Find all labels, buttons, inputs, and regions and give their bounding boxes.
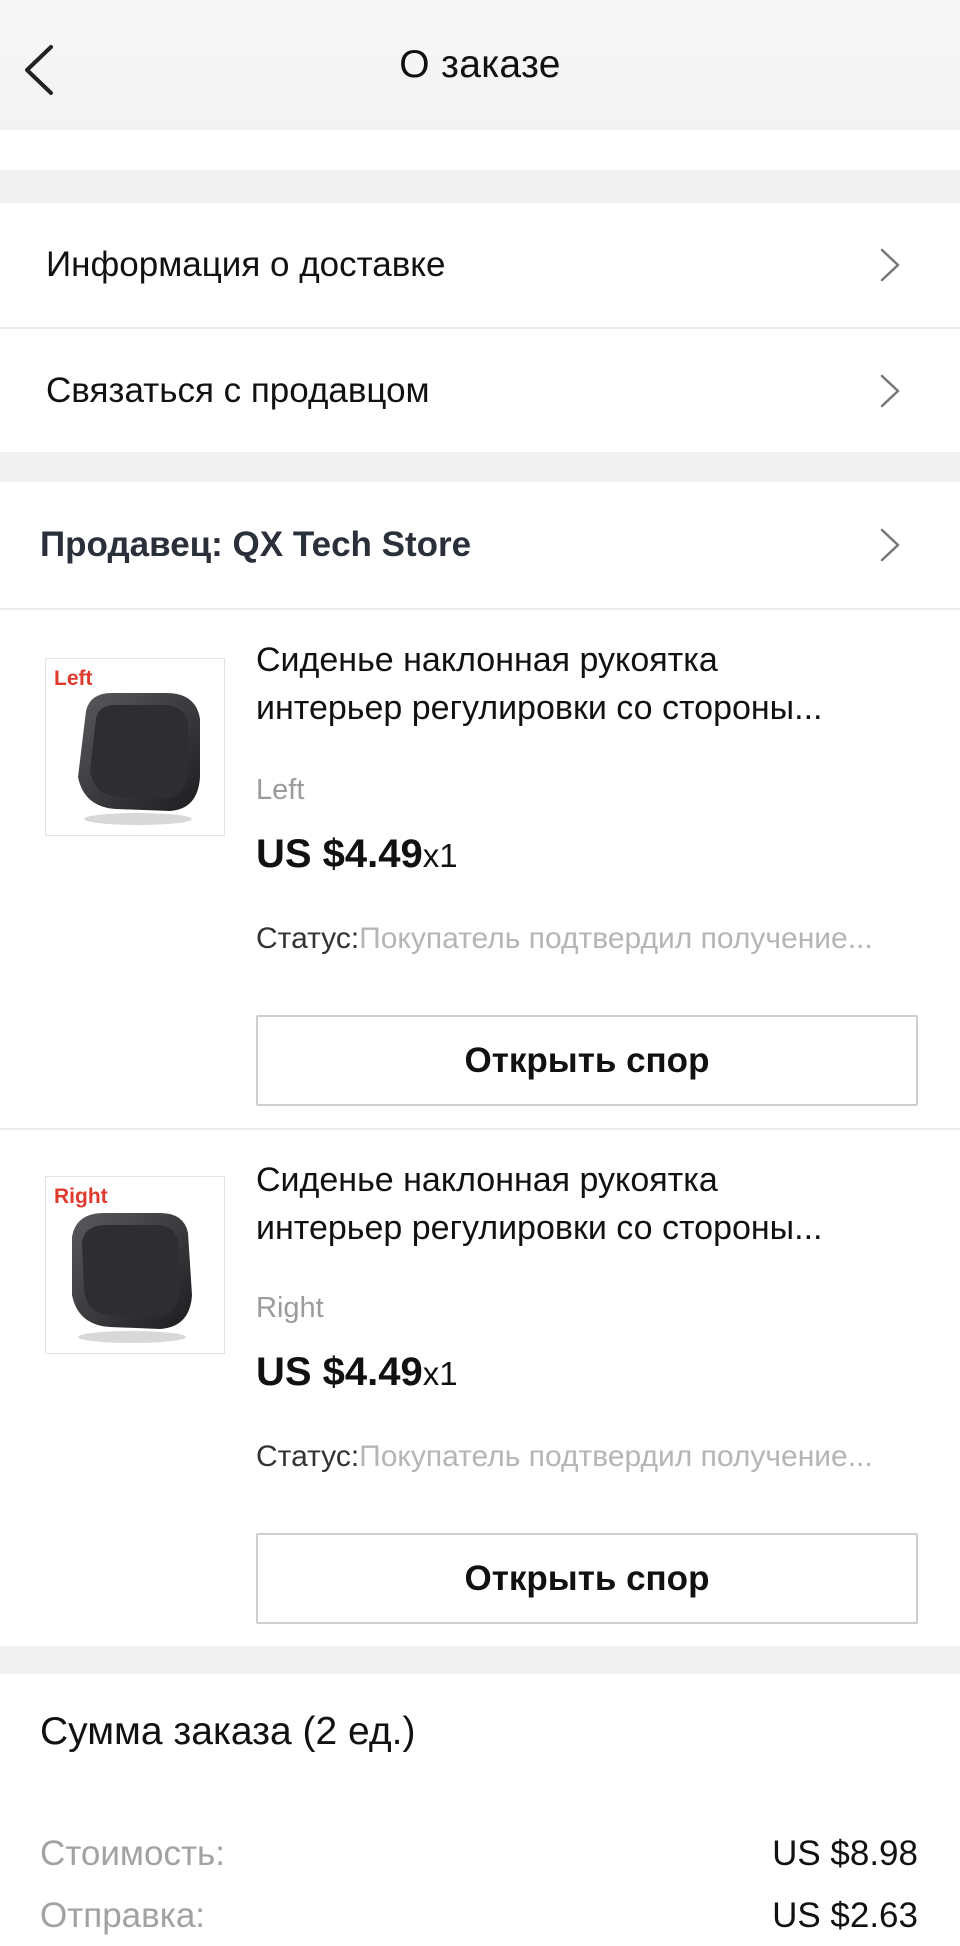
status-label: Статус: bbox=[256, 922, 360, 955]
product-variant: Left bbox=[256, 774, 305, 806]
product-price: US $4.49 bbox=[256, 1350, 423, 1394]
section-gap bbox=[0, 1646, 960, 1674]
seller-name: Продавец: QX Tech Store bbox=[40, 525, 472, 564]
product-image-tag: Right bbox=[54, 1185, 108, 1208]
status-label: Статус: bbox=[256, 1440, 360, 1473]
chevron-right-icon bbox=[870, 245, 910, 285]
order-status: Статус:Покупатель подтвердил получение..… bbox=[256, 1440, 916, 1474]
product-price: US $4.49 bbox=[256, 832, 423, 876]
chevron-left-icon bbox=[25, 45, 53, 95]
chevron-right-icon bbox=[870, 525, 910, 565]
top-bar: О заказе bbox=[0, 0, 960, 130]
summary-shipping-row: Отправка: US $2.63 bbox=[40, 1896, 918, 1936]
summary-title: Сумма заказа (2 ед.) bbox=[40, 1710, 416, 1753]
order-item: Right Сиденье наклонная рукоятка интерье… bbox=[0, 1130, 960, 1646]
product-quantity: x1 bbox=[422, 837, 458, 874]
product-title[interactable]: Сиденье наклонная рукоятка интерьер регу… bbox=[256, 1156, 916, 1252]
product-title-line: Сиденье наклонная рукоятка bbox=[256, 641, 718, 679]
product-variant: Right bbox=[256, 1292, 324, 1324]
order-item: Left Сиденье наклонная рукоятка интерьер… bbox=[0, 610, 960, 1128]
product-title-line: Сиденье наклонная рукоятка bbox=[256, 1161, 718, 1199]
product-title-line: интерьер регулировки со стороны... bbox=[256, 1209, 823, 1247]
section-gap bbox=[0, 452, 960, 482]
status-value: Покупатель подтвердил получение... bbox=[359, 922, 873, 955]
product-price-line: US $4.49x1 bbox=[256, 1350, 458, 1395]
cost-label: Стоимость: bbox=[40, 1834, 225, 1873]
delivery-info-row[interactable]: Информация о доставке bbox=[0, 203, 960, 327]
product-image[interactable]: Right bbox=[45, 1176, 225, 1354]
product-title[interactable]: Сиденье наклонная рукоятка интерьер регу… bbox=[256, 636, 916, 732]
section-gap bbox=[0, 170, 960, 203]
delivery-info-label: Информация о доставке bbox=[46, 245, 446, 284]
contact-seller-label: Связаться с продавцом bbox=[46, 370, 430, 410]
shipping-label: Отправка: bbox=[40, 1896, 206, 1935]
order-status: Статус:Покупатель подтвердил получение..… bbox=[256, 922, 916, 956]
open-dispute-button[interactable]: Открыть спор bbox=[256, 1533, 918, 1624]
product-image-tag: Left bbox=[54, 667, 93, 690]
page-title: О заказе bbox=[399, 43, 561, 86]
product-quantity: x1 bbox=[422, 1355, 458, 1392]
product-price-line: US $4.49x1 bbox=[256, 832, 458, 877]
product-image[interactable]: Left bbox=[45, 658, 225, 836]
chevron-right-icon bbox=[870, 371, 910, 411]
open-dispute-button[interactable]: Открыть спор bbox=[256, 1015, 918, 1106]
order-summary: Сумма заказа (2 ед.) Стоимость: US $8.98… bbox=[0, 1674, 960, 1946]
product-title-line: интерьер регулировки со стороны... bbox=[256, 689, 823, 727]
contact-seller-row[interactable]: Связаться с продавцом bbox=[0, 329, 960, 452]
status-value: Покупатель подтвердил получение... bbox=[359, 1440, 873, 1473]
cost-value: US $8.98 bbox=[772, 1834, 918, 1873]
back-button[interactable] bbox=[14, 40, 62, 100]
shipping-value: US $2.63 bbox=[772, 1896, 918, 1935]
seller-row[interactable]: Продавец: QX Tech Store bbox=[0, 482, 960, 608]
summary-cost-row: Стоимость: US $8.98 bbox=[40, 1834, 918, 1874]
